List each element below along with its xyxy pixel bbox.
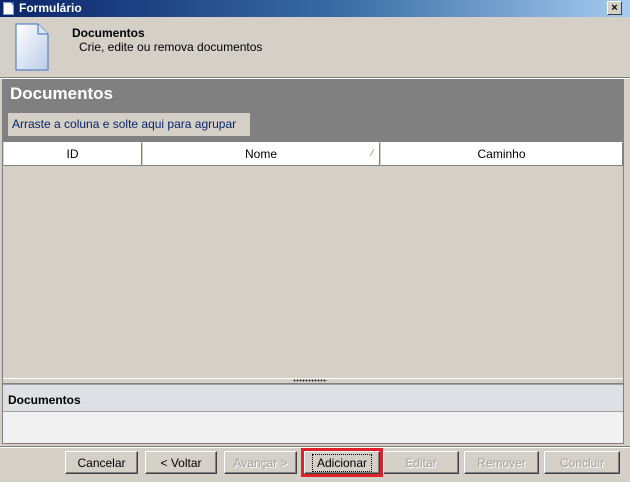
next-button[interactable]: Avançar > — [224, 451, 297, 474]
edit-button[interactable]: Editar — [383, 451, 459, 474]
group-by-area[interactable]: Documentos Arraste a coluna e solte aqui… — [3, 80, 623, 142]
back-button[interactable]: < Voltar — [145, 451, 217, 474]
detail-body — [3, 412, 623, 443]
window-document-icon — [3, 2, 14, 15]
column-header-id[interactable]: ID — [3, 142, 142, 166]
column-label: Caminho — [477, 147, 526, 161]
remove-button[interactable]: Remover — [464, 451, 539, 474]
column-header-row: ID Nome ⁄ Caminho — [3, 142, 623, 166]
sort-indicator-icon: ⁄ — [371, 148, 373, 158]
documents-grid-panel: Documentos Arraste a coluna e solte aqui… — [2, 79, 624, 444]
grid-title: Documentos — [10, 84, 113, 103]
finish-button[interactable]: Concluir — [544, 451, 620, 474]
grid-rows-area[interactable] — [3, 166, 623, 378]
document-icon — [15, 23, 49, 71]
footer-divider — [0, 446, 630, 448]
column-header-caminho[interactable]: Caminho — [380, 142, 623, 166]
detail-header: Documentos — [3, 384, 623, 412]
close-button[interactable]: × — [607, 1, 622, 15]
column-header-nome[interactable]: Nome ⁄ — [142, 142, 380, 166]
add-button-label: Adicionar — [311, 453, 373, 472]
header-subtitle: Crie, edite ou remova documentos — [79, 40, 263, 54]
header-title: Documentos — [72, 26, 145, 40]
add-button[interactable]: Adicionar — [301, 448, 383, 477]
window-title: Formulário — [19, 1, 82, 15]
column-label: ID — [66, 147, 79, 161]
cancel-button[interactable]: Cancelar — [65, 451, 138, 474]
column-label: Nome — [244, 147, 277, 161]
title-bar: Formulário × — [0, 0, 630, 17]
wizard-header: Documentos Crie, edite ou remova documen… — [0, 17, 630, 77]
detail-label: Documentos — [8, 393, 81, 407]
grip-dots-icon — [293, 379, 327, 382]
group-drop-hint[interactable]: Arraste a coluna e solte aqui para agrup… — [8, 113, 250, 136]
